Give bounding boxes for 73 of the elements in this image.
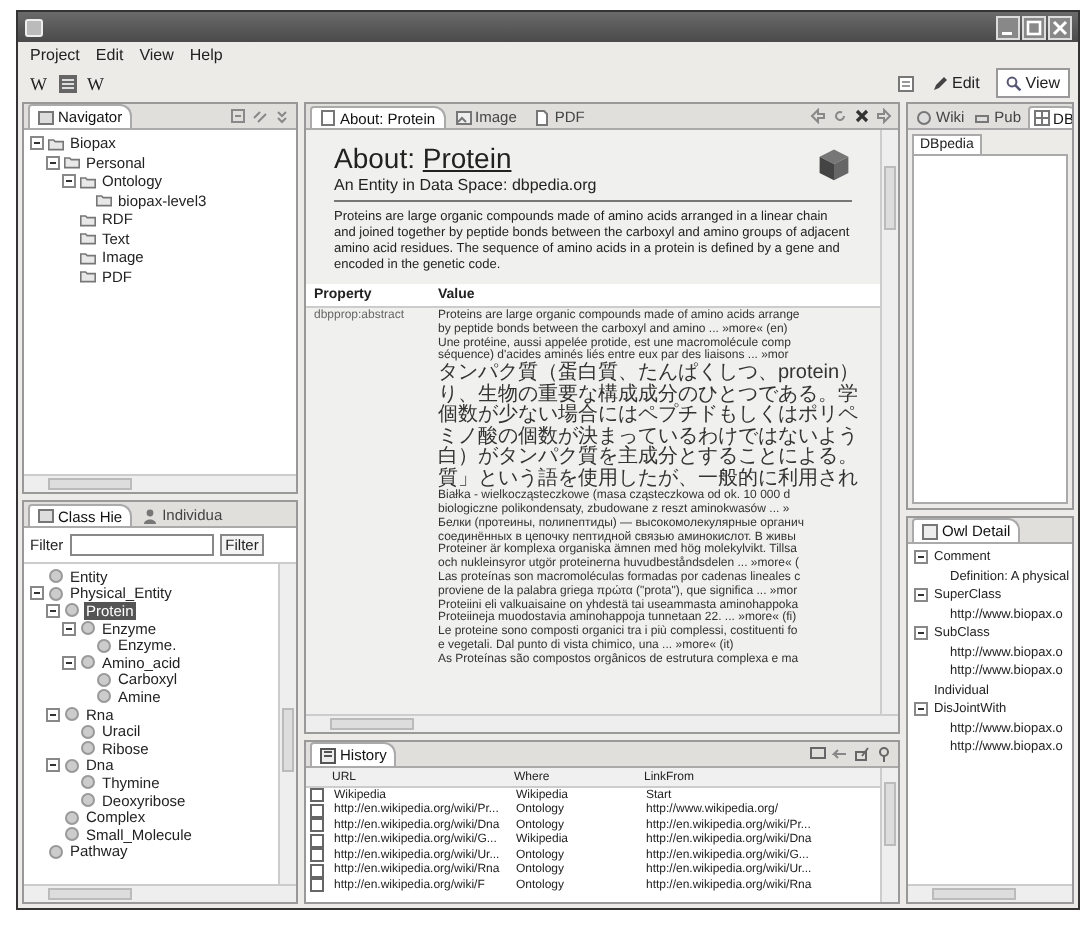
forward-icon[interactable] (876, 108, 892, 124)
image-icon (455, 109, 472, 125)
minimize-icon[interactable] (996, 15, 1020, 39)
checkbox[interactable] (310, 788, 324, 803)
collapse-icon[interactable] (30, 586, 44, 601)
page-icon (320, 110, 336, 126)
checkbox[interactable] (310, 848, 324, 863)
collapse-icon[interactable] (62, 174, 76, 189)
collapse-icon[interactable] (914, 702, 928, 717)
navigator-icon (38, 109, 54, 125)
menu-item[interactable]: Help (183, 45, 229, 63)
search-icon (1005, 75, 1022, 91)
collapse-all-icon[interactable] (230, 108, 246, 124)
collapse-icon[interactable] (46, 707, 60, 722)
history-icon (320, 747, 336, 763)
back-icon[interactable] (810, 108, 826, 124)
scrollbar[interactable] (24, 884, 296, 902)
checkbox[interactable] (310, 833, 324, 848)
collapse-icon[interactable] (914, 626, 928, 641)
table-icon (1033, 110, 1050, 126)
mode-button[interactable]: Edit (922, 68, 990, 98)
globe-icon (916, 109, 932, 125)
close-icon[interactable] (1048, 15, 1072, 39)
sheet-icon[interactable] (896, 73, 916, 93)
collapse-icon[interactable] (30, 136, 44, 151)
scrollbar[interactable] (880, 130, 898, 714)
collapse-icon[interactable] (914, 588, 928, 603)
detail-icon (922, 523, 938, 539)
app-icon (24, 17, 44, 37)
checkbox[interactable] (310, 818, 324, 833)
chevron-icon[interactable] (274, 108, 290, 124)
refresh-icon[interactable] (832, 108, 848, 124)
menu-item[interactable]: Project (24, 45, 86, 63)
value-text: 個数が少ない場合にはペプチドもしくはポリペ (438, 406, 860, 427)
entity-link[interactable]: Protein (422, 142, 512, 174)
stop-icon[interactable] (854, 108, 870, 124)
person-icon (142, 507, 159, 523)
menu-item[interactable]: Edit (89, 45, 130, 63)
scrollbar[interactable] (908, 884, 1072, 902)
collapse-icon[interactable] (46, 155, 60, 170)
filter-field[interactable] (69, 534, 214, 556)
subtitle: An Entity in Data Space: dbpedia.org (334, 176, 599, 194)
document-icon (534, 109, 551, 125)
collapse-icon[interactable] (914, 550, 928, 565)
value-text: り、生物の重要な構成成分のひとつである。学 (438, 385, 860, 406)
scrollbar[interactable] (880, 768, 898, 902)
collapse-icon[interactable] (62, 621, 76, 636)
checkbox[interactable] (310, 878, 324, 893)
toolbar-button[interactable]: W (26, 71, 51, 95)
monitor-icon[interactable] (810, 746, 826, 762)
toolbar-button[interactable]: W (83, 71, 108, 95)
value-text: タンパク質（蛋白質、たんぱくしつ、protein） (438, 364, 862, 385)
arrow-icon[interactable] (832, 746, 848, 762)
mode-button[interactable]: View (995, 68, 1070, 98)
collapse-icon[interactable] (46, 603, 60, 618)
maximize-icon[interactable] (1022, 15, 1046, 39)
layers-icon[interactable] (57, 73, 77, 93)
cube-icon (816, 146, 852, 182)
export-icon[interactable] (854, 746, 870, 762)
scrollbar[interactable] (278, 564, 296, 884)
collapse-icon[interactable] (46, 758, 60, 773)
checkbox[interactable] (310, 863, 324, 878)
scrollbar[interactable] (24, 474, 296, 492)
checkbox[interactable] (310, 803, 324, 818)
value-text: 白）がタンパク質を主成分とすることによる。 (438, 448, 860, 469)
pin-icon[interactable] (876, 746, 892, 762)
page-heading: About: Protein (334, 142, 514, 174)
collapse-icon[interactable] (62, 655, 76, 670)
pencil-icon (932, 75, 948, 91)
value-text: 質」という語を使用したが、一般的に利用され (438, 469, 860, 490)
menu-item[interactable]: View (133, 45, 180, 63)
value-text: ミノ酸の個数が決まっているわけではないよう (438, 427, 860, 448)
scrollbar[interactable] (306, 714, 898, 732)
